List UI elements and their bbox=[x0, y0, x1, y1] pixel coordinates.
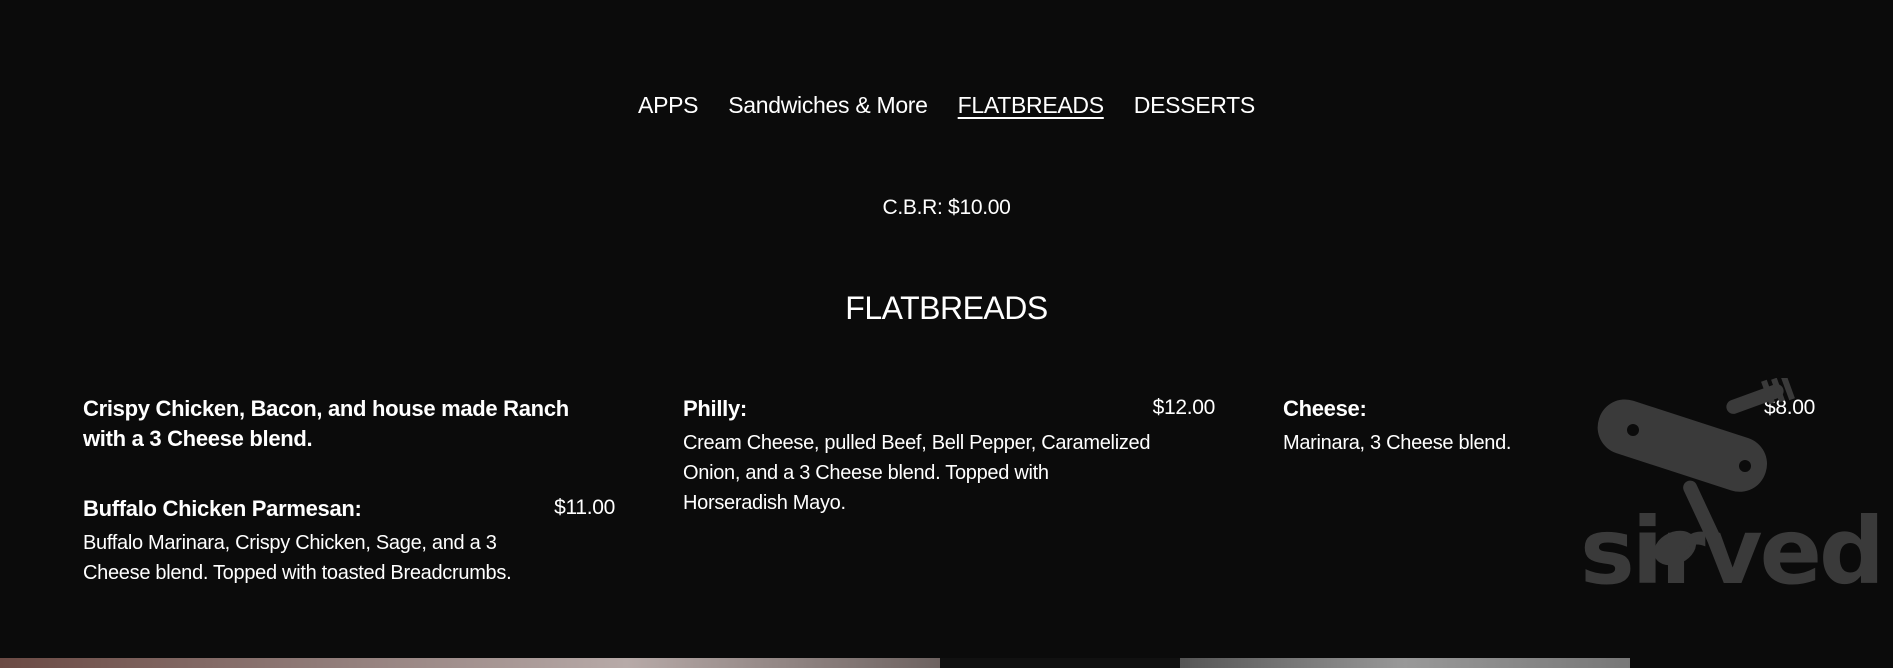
menu-item-name: Crispy Chicken, Bacon, and house made Ra… bbox=[83, 396, 569, 451]
menu-item: Buffalo Chicken Parmesan: $11.00 Buffalo… bbox=[83, 494, 615, 588]
menu-category-nav: APPS Sandwiches & More FLATBREADS DESSER… bbox=[0, 92, 1893, 119]
nav-flatbreads[interactable]: FLATBREADS bbox=[958, 92, 1104, 119]
menu-column-2: Philly: $12.00 Cream Cheese, pulled Beef… bbox=[683, 394, 1215, 558]
menu-note: C.B.R: $10.00 bbox=[882, 196, 1011, 219]
menu-item-header: Philly: $12.00 bbox=[683, 394, 1215, 424]
menu-column-1: Crispy Chicken, Bacon, and house made Ra… bbox=[83, 394, 615, 628]
menu-item-header: Crispy Chicken, Bacon, and house made Ra… bbox=[83, 394, 615, 454]
menu-item-name: Buffalo Chicken Parmesan: bbox=[83, 496, 362, 521]
menu-item: Crispy Chicken, Bacon, and house made Ra… bbox=[83, 394, 615, 454]
photo-segment bbox=[1630, 658, 1893, 668]
section-title: FLATBREADS bbox=[845, 290, 1048, 326]
photo-strip bbox=[0, 658, 1893, 668]
menu-item: Philly: $12.00 Cream Cheese, pulled Beef… bbox=[683, 394, 1215, 518]
menu-item-price: $12.00 bbox=[1152, 396, 1216, 419]
nav-apps[interactable]: APPS bbox=[638, 92, 698, 119]
sirved-watermark-logo: sirved bbox=[1580, 498, 1885, 605]
photo-segment bbox=[0, 658, 940, 668]
menu-item-price: $11.00 bbox=[554, 496, 615, 519]
menu-item-header: Buffalo Chicken Parmesan: $11.00 bbox=[83, 494, 615, 524]
menu-item-name: Cheese: bbox=[1283, 396, 1367, 421]
photo-segment bbox=[1180, 658, 1630, 668]
nav-desserts[interactable]: DESSERTS bbox=[1134, 92, 1255, 119]
menu-item-description: Buffalo Marinara, Crispy Chicken, Sage, … bbox=[83, 532, 512, 584]
photo-segment bbox=[940, 658, 1180, 668]
menu-item-name: Philly: bbox=[683, 396, 747, 421]
menu-page: APPS Sandwiches & More FLATBREADS DESSER… bbox=[0, 0, 1893, 668]
nav-sandwiches-and-more[interactable]: Sandwiches & More bbox=[728, 92, 928, 119]
menu-item-description: Cream Cheese, pulled Beef, Bell Pepper, … bbox=[683, 432, 1151, 514]
